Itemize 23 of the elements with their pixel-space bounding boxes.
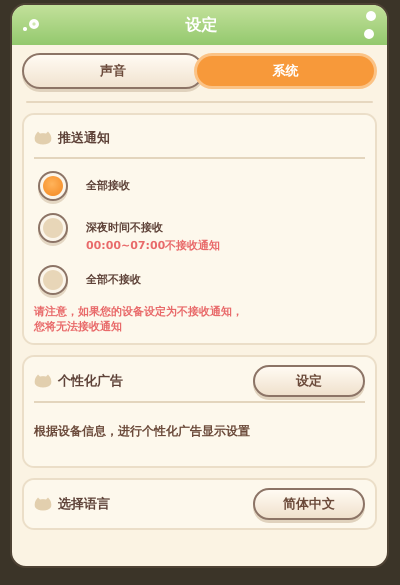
cat-head-icon <box>34 496 52 511</box>
setting-button[interactable]: 设定 <box>253 364 365 397</box>
radio-option[interactable]: 全部不接收 <box>34 259 365 301</box>
option-note: 00:00~07:00不接收通知 <box>86 238 220 253</box>
option-label: 全部接收 <box>86 178 130 193</box>
cat-head-icon <box>34 374 52 388</box>
window-title: 设定 <box>186 14 218 36</box>
flower-icon <box>363 10 377 40</box>
warning-text: 请注意，如果您的设备设定为不接收通知，您将无法接收通知 <box>34 305 244 335</box>
setting-button[interactable]: 简体中文 <box>253 488 365 520</box>
radio-option[interactable]: 全部接收 <box>34 165 365 207</box>
section-title: 个性化广告 <box>58 372 124 390</box>
section-title: 选择语言 <box>58 496 111 513</box>
radio-button[interactable] <box>38 213 68 243</box>
flower-icon <box>22 18 40 32</box>
section-title: 推送通知 <box>58 130 111 147</box>
cat-head-icon <box>34 131 52 145</box>
description-text: 根据设备信息，进行个性化广告显示设置 <box>34 422 251 440</box>
option-label: 全部不接收 <box>86 272 141 287</box>
option-label: 深夜时间不接收 <box>86 220 164 235</box>
radio-button[interactable] <box>38 265 68 295</box>
radio-button[interactable] <box>38 171 68 201</box>
radio-option[interactable]: 深夜时间不接收 00:00~07:00不接收通知 <box>34 207 365 259</box>
